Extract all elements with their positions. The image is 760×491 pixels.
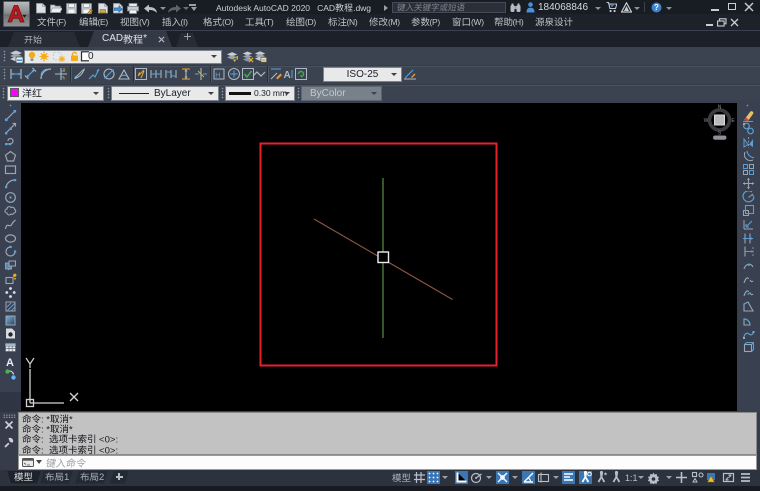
svg-text:H: H: [215, 73, 220, 80]
svg-text:X: X: [63, 67, 66, 72]
svg-text:A: A: [6, 357, 14, 368]
svg-text:E: E: [731, 118, 735, 124]
svg-text:?: ?: [654, 3, 659, 12]
svg-text:A: A: [283, 70, 290, 81]
svg-text:Y: Y: [63, 76, 66, 81]
svg-text:N: N: [718, 105, 722, 111]
svg-text:W: W: [704, 118, 709, 124]
